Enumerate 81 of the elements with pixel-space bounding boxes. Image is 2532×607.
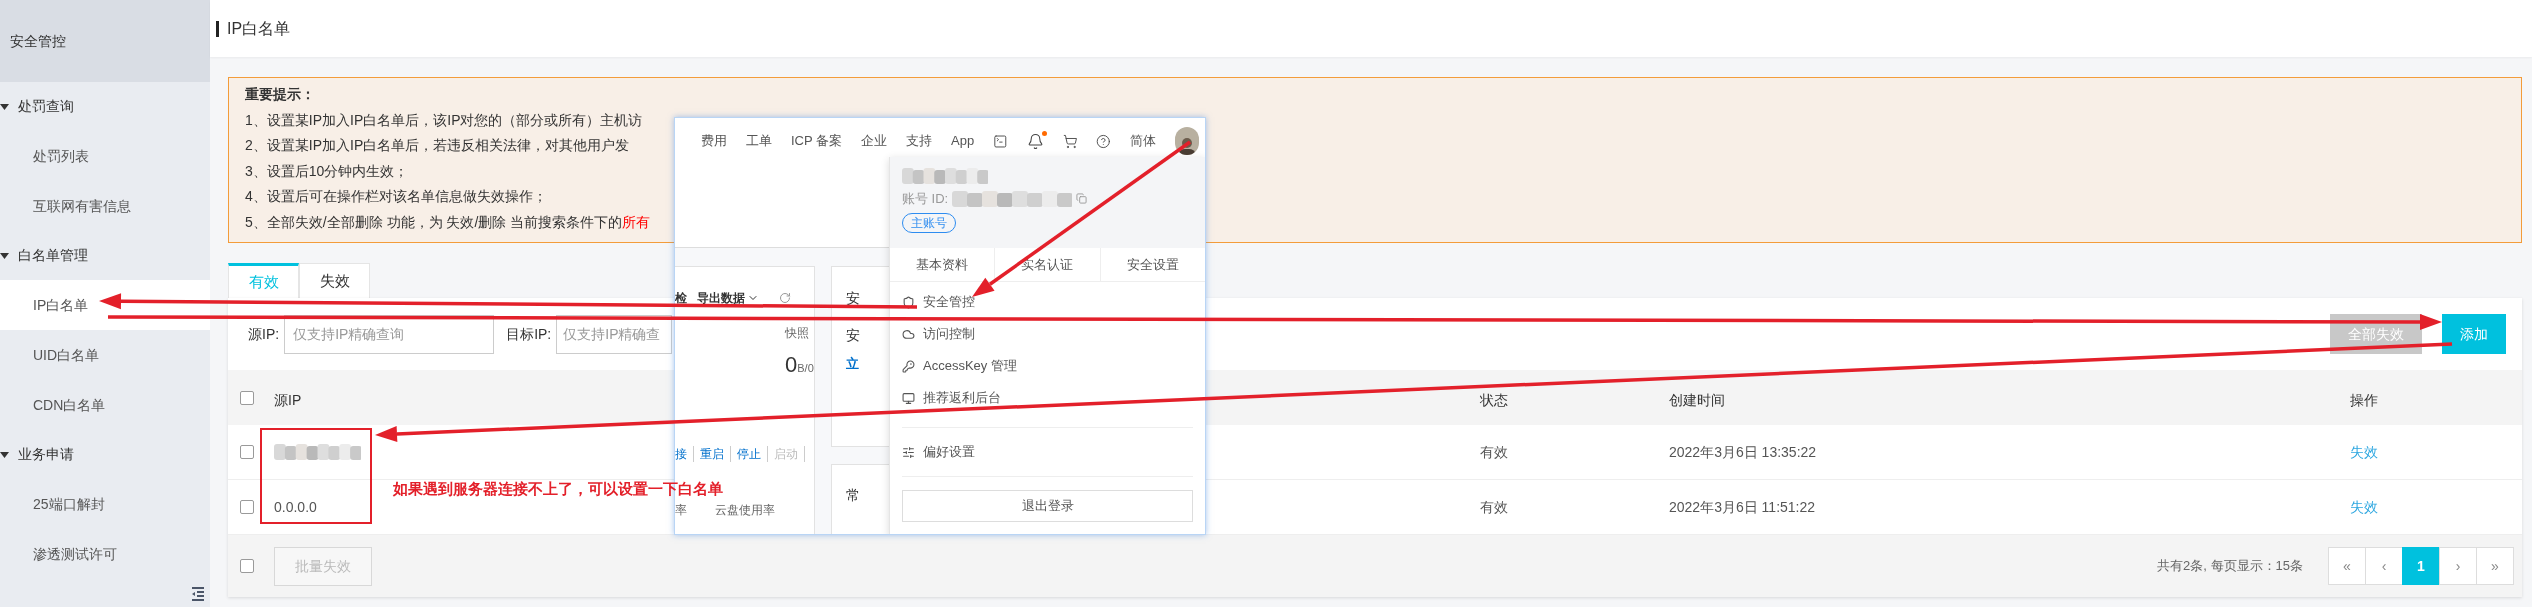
filter-input[interactable]: 仅支持IP精确查询 bbox=[284, 314, 495, 354]
snapshot-value: 0B/0 bbox=[785, 351, 814, 379]
card-heading: 安 bbox=[845, 290, 860, 306]
nav-link[interactable]: ICP 备案 bbox=[791, 131, 843, 151]
table-cell-text: 2022年3月6日 13:35:22 bbox=[1669, 442, 1818, 462]
nav-link[interactable]: 费用 bbox=[701, 131, 727, 151]
table-cell-text: 0.0.0.0 bbox=[274, 497, 317, 517]
nav-link[interactable]: 企业 bbox=[861, 131, 888, 151]
filter-label: 目标IP: bbox=[506, 324, 552, 344]
pagination-button[interactable]: ‹ bbox=[2365, 547, 2403, 585]
account-tab[interactable]: 安全设置 bbox=[1100, 248, 1205, 281]
nav-link[interactable]: App bbox=[951, 131, 975, 151]
pagination-button[interactable]: › bbox=[2439, 547, 2477, 585]
collapse-sidebar-icon[interactable] bbox=[192, 587, 204, 601]
filter-input[interactable]: 仅支持IP精确查 bbox=[556, 314, 673, 354]
card-heading: 安 bbox=[845, 327, 860, 343]
notice-line: 3、设置后10分钟内生效； bbox=[245, 161, 409, 181]
checkbox[interactable] bbox=[240, 445, 254, 459]
menu-item-icon bbox=[902, 327, 915, 341]
notice-line: 1、设置某IP加入IP白名单后，该IP对您的（部分或所有）主机访 bbox=[245, 110, 643, 130]
terminal-icon[interactable] bbox=[993, 132, 1008, 150]
card-heading: 常 bbox=[845, 487, 860, 503]
nav-link[interactable]: 工单 bbox=[746, 131, 772, 151]
column-header: 源IP bbox=[274, 391, 302, 410]
sidebar-item[interactable]: CDN白名单 bbox=[0, 380, 210, 430]
copy-icon[interactable] bbox=[1076, 193, 1088, 205]
sidebar-group[interactable]: 白名单管理 bbox=[0, 231, 210, 280]
sidebar-group[interactable]: 业务申请 bbox=[0, 430, 210, 479]
sidebar-item[interactable]: UID白名单 bbox=[0, 330, 210, 380]
tab[interactable]: 失效 bbox=[299, 263, 370, 298]
annotation-note: 如果遇到服务器连接不上了，可以设置一下白名单 bbox=[393, 480, 723, 498]
table-cell-text: 有效 bbox=[1480, 442, 1509, 462]
account-id-label: 账号 ID: bbox=[902, 190, 949, 208]
notice-line: 2、设置某IP加入IP白名单后，若违反相关法律，对其他用户发 bbox=[245, 136, 630, 155]
filter-label: 源IP: bbox=[248, 324, 280, 344]
notice-line: 5、全部失效/全部删除 功能，为 失效/删除 当前搜索条件下的所有 bbox=[245, 212, 651, 232]
sidebar-item[interactable]: IP白名单 bbox=[0, 280, 210, 330]
notice-title: 重要提示： bbox=[245, 85, 316, 104]
sidebar-group[interactable]: 处罚查询 bbox=[0, 82, 210, 131]
table-cell-text: 2022年3月6日 11:51:22 bbox=[1669, 497, 1817, 517]
metric-label: 率 bbox=[675, 502, 687, 518]
column-header: 创建时间 bbox=[1669, 391, 1725, 410]
account-menu-item[interactable]: 推荐返利后台 bbox=[902, 382, 1193, 414]
refresh-icon[interactable] bbox=[779, 292, 791, 304]
action-link[interactable]: 重启 bbox=[700, 446, 731, 462]
cart-icon[interactable] bbox=[1062, 132, 1078, 150]
menu-item-icon bbox=[902, 391, 915, 405]
help-icon[interactable] bbox=[1096, 132, 1111, 150]
toolbar-label: 检 bbox=[675, 290, 687, 306]
sidebar-header: 安全管控 bbox=[0, 0, 210, 82]
export-dropdown[interactable]: 导出数据 bbox=[697, 290, 759, 306]
pagination-button[interactable]: » bbox=[2476, 547, 2514, 585]
sliders-icon bbox=[902, 445, 915, 459]
sidebar-item[interactable]: 互联网有害信息 bbox=[0, 181, 210, 231]
language-link[interactable]: 简体 bbox=[1130, 131, 1156, 151]
sidebar-item[interactable]: 处罚列表 bbox=[0, 131, 210, 181]
table-cell-text: 有效 bbox=[1480, 497, 1509, 517]
pagination-summary: 共有2条, 每页显示：15条 bbox=[2157, 557, 2303, 576]
action-link[interactable]: 接 bbox=[675, 446, 694, 462]
logout-button[interactable]: 退出登录 bbox=[902, 490, 1193, 522]
notification-button[interactable] bbox=[1026, 132, 1044, 150]
checkbox[interactable] bbox=[240, 559, 254, 573]
checkbox[interactable] bbox=[240, 500, 254, 514]
account-menu-item[interactable]: 偏好设置 bbox=[902, 428, 1193, 477]
notice-line: 4、设置后可在操作栏对该名单信息做失效操作； bbox=[245, 187, 547, 206]
sidebar-item[interactable]: 25端口解封 bbox=[0, 479, 210, 529]
column-header: 状态 bbox=[1480, 391, 1508, 410]
account-menu-item[interactable]: 访问控制 bbox=[902, 318, 1193, 350]
sidebar-item[interactable]: 渗透测试许可 bbox=[0, 529, 210, 579]
snapshot-label: 快照 bbox=[785, 325, 809, 341]
metric-label: 云盘使用率 bbox=[715, 502, 775, 518]
column-header: 操作 bbox=[2350, 391, 2378, 410]
action-link[interactable]: 停止 bbox=[737, 446, 768, 462]
pagination-button[interactable]: « bbox=[2328, 547, 2366, 585]
page-title: IP白名单 bbox=[216, 20, 291, 37]
menu-item-icon bbox=[902, 359, 915, 373]
account-menu-item[interactable]: AccessKey 管理 bbox=[902, 350, 1193, 382]
card-link[interactable]: 立 bbox=[845, 356, 859, 372]
nav-link[interactable]: 支持 bbox=[906, 131, 933, 151]
account-menu-item[interactable]: 安全管控 bbox=[902, 286, 1193, 318]
checkbox[interactable] bbox=[240, 390, 254, 405]
